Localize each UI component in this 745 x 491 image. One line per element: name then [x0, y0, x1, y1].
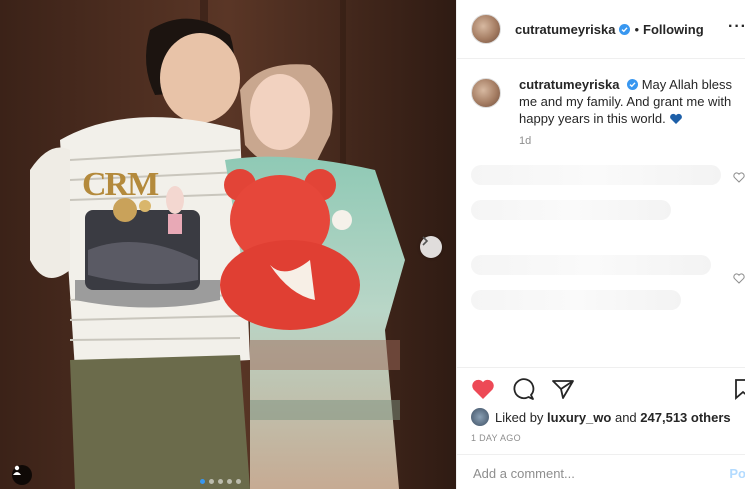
post-date[interactable]: 1 DAY AGO [471, 433, 521, 443]
like-comment-heart-icon[interactable] [733, 273, 745, 284]
tagged-people-button[interactable] [12, 465, 32, 485]
cake-topper-text: CRM [82, 166, 159, 203]
carousel-dot [218, 479, 223, 484]
avatar[interactable] [471, 78, 501, 108]
save-bookmark-icon[interactable] [734, 378, 745, 400]
more-options-icon[interactable]: ··· [728, 18, 745, 36]
post-photo[interactable]: CRM [0, 0, 456, 489]
likes-summary: Liked by luxury_wo and 247,513 others [471, 408, 731, 426]
post-caption: cutratumeyriska May Allah bless me and m… [471, 76, 741, 150]
likes-joiner: and [614, 409, 637, 425]
post-actions: Liked by luxury_wo and 247,513 others 1 … [457, 367, 745, 490]
next-photo-button[interactable] [420, 236, 442, 258]
carousel-dot [200, 479, 205, 484]
caption-body: cutratumeyriska May Allah bless me and m… [519, 76, 741, 150]
comment-placeholder-blur [471, 200, 671, 220]
like-heart-icon[interactable] [471, 378, 495, 400]
likes-prefix: Liked by [495, 409, 544, 425]
comment-placeholder-blur [471, 165, 721, 185]
photo-scene [0, 0, 456, 489]
likes-count[interactable]: 247,513 others [640, 410, 730, 425]
comment-icon[interactable] [511, 378, 535, 400]
chevron-right-icon [422, 236, 429, 246]
liker-avatar[interactable] [471, 408, 489, 426]
verified-badge-icon [619, 23, 631, 35]
avatar[interactable] [471, 14, 501, 44]
verified-badge-icon [627, 79, 639, 90]
carousel-indicator [200, 479, 241, 484]
post-username[interactable]: cutratumeyriska [515, 22, 615, 37]
blue-heart-icon [670, 113, 683, 124]
post-comment-button[interactable]: Po [729, 466, 745, 481]
carousel-dot [227, 479, 232, 484]
user-icon [13, 465, 21, 475]
likes-user[interactable]: luxury_wo [547, 410, 611, 425]
comment-bar: Po [457, 454, 745, 491]
share-icon[interactable] [551, 378, 575, 400]
comment-placeholder-blur [471, 255, 711, 275]
carousel-dot [209, 479, 214, 484]
caption-timestamp[interactable]: 1d [519, 133, 741, 150]
action-icons [471, 378, 575, 400]
like-comment-heart-icon[interactable] [733, 172, 745, 183]
post-details-panel: cutratumeyriska • Following ··· cutratum… [456, 0, 745, 489]
comment-input[interactable] [471, 464, 705, 482]
comment-placeholder-blur [471, 290, 681, 310]
following-button[interactable]: Following [643, 22, 704, 37]
caption-username[interactable]: cutratumeyriska [519, 77, 619, 92]
header-separator: • [634, 21, 640, 37]
post-header: cutratumeyriska • Following ··· [457, 0, 745, 59]
carousel-dot [236, 479, 241, 484]
